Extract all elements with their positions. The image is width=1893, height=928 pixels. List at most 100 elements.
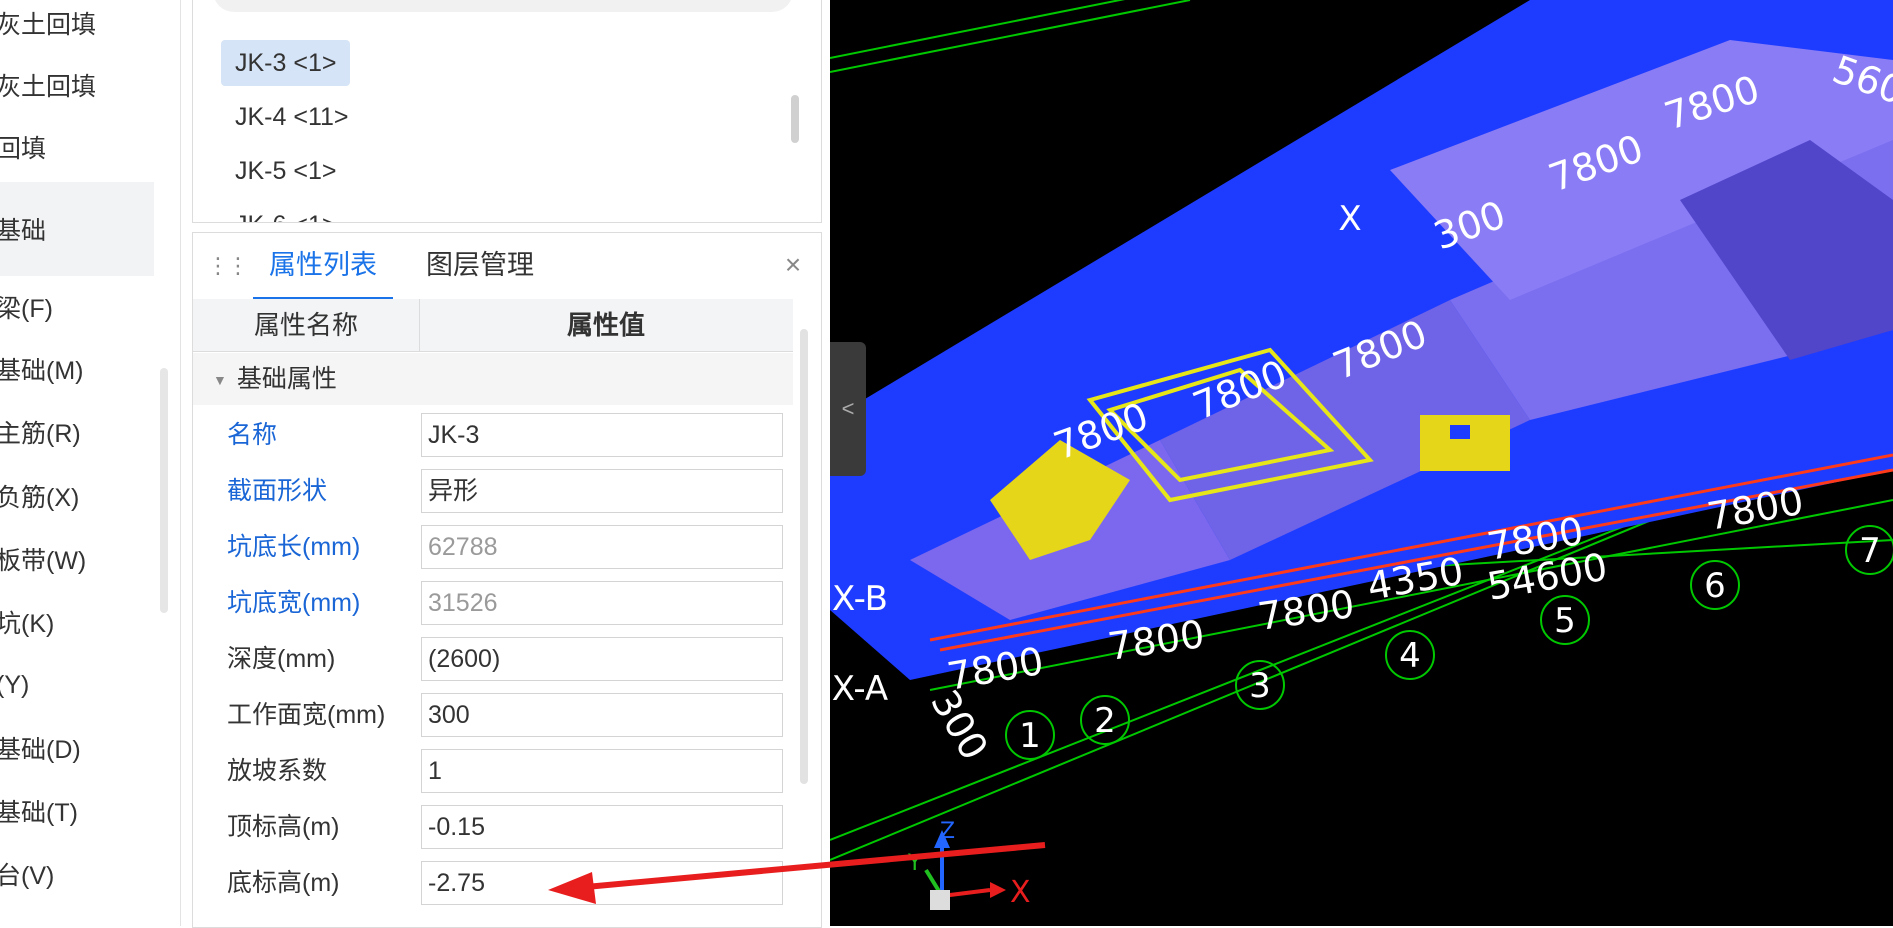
property-name: 坑底长(mm): [227, 533, 361, 561]
close-icon[interactable]: ×: [775, 247, 811, 283]
property-scrollbar[interactable]: [800, 329, 808, 784]
tab-property-list[interactable]: 属性列表: [253, 233, 393, 300]
property-name: 底标高(m): [227, 869, 340, 897]
yellow-box-window: [1450, 425, 1470, 439]
group-row[interactable]: ▼ 基础属性: [193, 353, 793, 405]
list-item[interactable]: JK-4 <11>: [221, 94, 363, 140]
dimension-label: 300: [922, 683, 996, 768]
property-value-field[interactable]: 异形: [421, 469, 783, 513]
caret-down-icon[interactable]: ▼: [213, 372, 227, 388]
table-row: 坑底长(mm) 62788: [193, 519, 793, 575]
tree-scrollbar[interactable]: [160, 368, 168, 613]
tree-item-label: 负筋(X): [0, 484, 80, 512]
property-name: 工作面宽(mm): [227, 701, 386, 729]
grid-axis-label: 3: [1249, 666, 1271, 706]
drag-handle-icon[interactable]: ⋮⋮: [207, 251, 249, 281]
table-header: 属性名称 属性值: [193, 299, 793, 352]
property-name: 放坡系数: [227, 757, 328, 785]
grid-axis-label: 5: [1554, 601, 1576, 641]
table-row: 底标高(m) -2.75: [193, 855, 793, 911]
property-value-field[interactable]: 1: [421, 749, 783, 793]
property-value-field[interactable]: 62788: [421, 525, 783, 569]
grid-axis-label: 6: [1704, 566, 1726, 606]
component-list: JK-3 <1> JK-4 <11> JK-5 <1> JK-6 <1>: [192, 0, 822, 223]
tree-item-label: 梁(F): [0, 295, 53, 323]
list-item[interactable]: JK-6 <1>: [221, 202, 350, 223]
grid-axis-label: 1: [1019, 716, 1041, 756]
tree-item[interactable]: 梁(F): [0, 280, 154, 334]
header-property-value: 属性值: [566, 310, 645, 340]
table-row: 放坡系数 1: [193, 743, 793, 799]
property-name: 深度(mm): [227, 645, 336, 673]
table-row: 名称 JK-3: [193, 407, 793, 463]
table-row: 工作面宽(mm) 300: [193, 687, 793, 743]
table-row: 顶标高(m) -0.15: [193, 799, 793, 855]
property-value-field[interactable]: 300: [421, 693, 783, 737]
property-name: 坑底宽(mm): [227, 589, 361, 617]
tree-item[interactable]: 坑(K): [0, 595, 154, 649]
property-value-field[interactable]: (2600): [421, 637, 783, 681]
tree-item-label: 灰土回填: [0, 73, 97, 101]
component-tree-panel: 灰土回填 灰土回填 回填 基础 梁(F) 基础(M) 主筋(R) 负筋(X) 板…: [0, 0, 181, 926]
tree-item[interactable]: 台(V): [0, 847, 154, 901]
tree-item-label: 回填: [0, 135, 47, 163]
tree-item[interactable]: 灰土回填: [0, 58, 154, 112]
tree-item-label: 板带(W): [0, 547, 87, 575]
property-name: 名称: [227, 421, 278, 449]
property-value-field[interactable]: JK-3: [421, 413, 783, 457]
tab-layer-management[interactable]: 图层管理: [415, 233, 545, 297]
tree-item-label: 基础: [0, 217, 47, 245]
list-item[interactable]: JK-5 <1>: [221, 148, 350, 194]
yellow-box: [1420, 415, 1510, 471]
tree-item-label: 基础(D): [0, 736, 81, 764]
3d-viewport[interactable]: 7800 7800 7800 7800 7800 7800 7800 7800 …: [830, 0, 1893, 926]
grid-axis-label: X-B: [832, 579, 888, 619]
panel-header: ⋮⋮ 属性列表 图层管理 ×: [193, 233, 821, 300]
tree-item-label: 坑(K): [0, 610, 55, 638]
property-value-field[interactable]: 31526: [421, 581, 783, 625]
property-name: 顶标高(m): [227, 813, 340, 841]
tree-item-selected[interactable]: 基础: [0, 182, 154, 276]
collapse-panel-button[interactable]: <: [830, 342, 866, 476]
axis-label-z: Z: [940, 819, 955, 844]
tree-item-label: 主筋(R): [0, 420, 81, 448]
tree-item[interactable]: 主筋(R): [0, 405, 154, 459]
grid-axis-label: X: [1338, 199, 1361, 239]
grid-axis-label: 4: [1399, 636, 1421, 676]
axis-label-x: X: [1010, 875, 1031, 910]
tree-item[interactable]: 基础(M): [0, 342, 154, 396]
tree-item-label: 基础(T): [0, 799, 78, 827]
tree-item[interactable]: 回填: [0, 120, 154, 174]
property-name: 截面形状: [227, 477, 328, 505]
group-label: 基础属性: [236, 365, 337, 393]
header-property-name: 属性名称: [193, 299, 420, 351]
list-item-label: JK-6 <1>: [235, 211, 336, 223]
cad-model-drawing: 7800 7800 7800 7800 7800 7800 7800 7800 …: [830, 0, 1893, 910]
tree-item[interactable]: 负筋(X): [0, 469, 154, 523]
tree-item-label: 基础(M): [0, 357, 84, 385]
grid-axis-label: 2: [1094, 701, 1116, 741]
list-scrollbar[interactable]: [791, 95, 799, 143]
tree-item[interactable]: 基础(D): [0, 721, 154, 775]
tree-item[interactable]: (Y): [0, 658, 154, 712]
property-value-field[interactable]: -0.15: [421, 805, 783, 849]
list-item-selected[interactable]: JK-3 <1>: [221, 40, 351, 86]
tree-item[interactable]: 基础(T): [0, 784, 154, 838]
tree-item-label: 灰土回填: [0, 11, 97, 39]
grid-axis-label: 7: [1859, 531, 1881, 571]
grid-axis-label: X-A: [832, 669, 888, 709]
property-panel: ⋮⋮ 属性列表 图层管理 × 属性名称 属性值 ▼ 基础属性 名称 JK-3 截面…: [192, 232, 822, 928]
list-item-label: JK-5 <1>: [235, 156, 337, 185]
list-item-label: JK-3 <1>: [235, 48, 337, 77]
table-row: 坑底宽(mm) 31526: [193, 575, 793, 631]
ucs-axis-indicator: X Y Z: [907, 819, 1031, 910]
search-input[interactable]: [213, 0, 793, 12]
tree-item[interactable]: 板带(W): [0, 532, 154, 586]
table-row: 深度(mm) (2600): [193, 631, 793, 687]
axis-label-y: Y: [907, 851, 922, 876]
table-row: 截面形状 异形: [193, 463, 793, 519]
tree-item-label: (Y): [0, 670, 30, 699]
tree-item[interactable]: 灰土回填: [0, 0, 154, 50]
list-item-label: JK-4 <11>: [235, 102, 349, 131]
property-value-field[interactable]: -2.75: [421, 861, 783, 905]
